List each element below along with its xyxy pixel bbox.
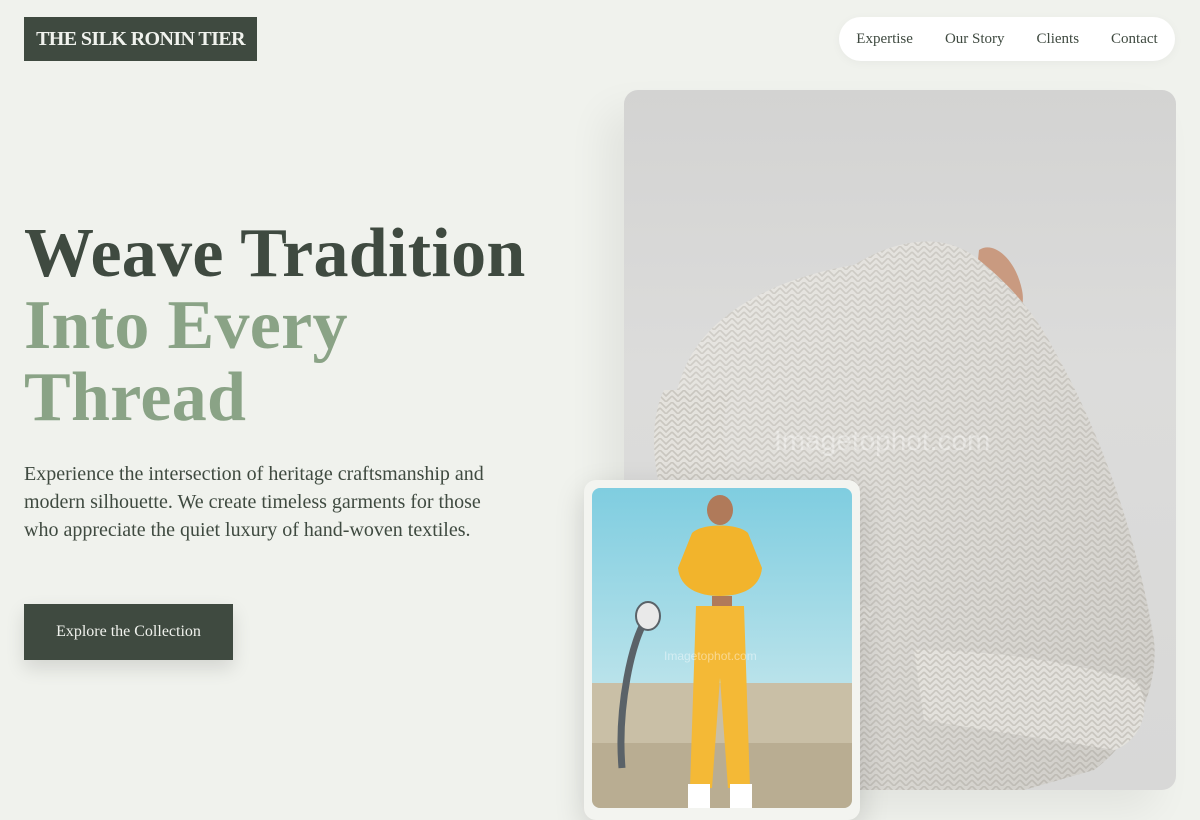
nav-item-our-story[interactable]: Our Story (929, 31, 1021, 48)
brand-logo[interactable]: THE SILK RONIN TIER (24, 17, 257, 61)
nav-item-clients[interactable]: Clients (1021, 31, 1096, 48)
nav-item-contact[interactable]: Contact (1095, 31, 1174, 48)
headline-line-2: Into Every (24, 287, 348, 364)
hero-image-watermark: Imagetophot.com (774, 425, 990, 456)
main-nav: Expertise Our Story Clients Contact (839, 17, 1175, 61)
nav-item-expertise[interactable]: Expertise (840, 31, 929, 48)
headline-line-1: Weave Tradition (24, 215, 526, 292)
inset-card: Imagetophot.com (584, 480, 860, 820)
hero-description: Experience the intersection of heritage … (24, 463, 484, 541)
inset-image-yellow-tracksuit: Imagetophot.com (592, 488, 852, 808)
inset-image-watermark: Imagetophot.com (664, 649, 757, 663)
headline-line-3: Thread (24, 359, 247, 436)
hero-headline: Weave Tradition Into Every Thread (24, 218, 526, 434)
explore-collection-button[interactable]: Explore the Collection (24, 604, 233, 660)
